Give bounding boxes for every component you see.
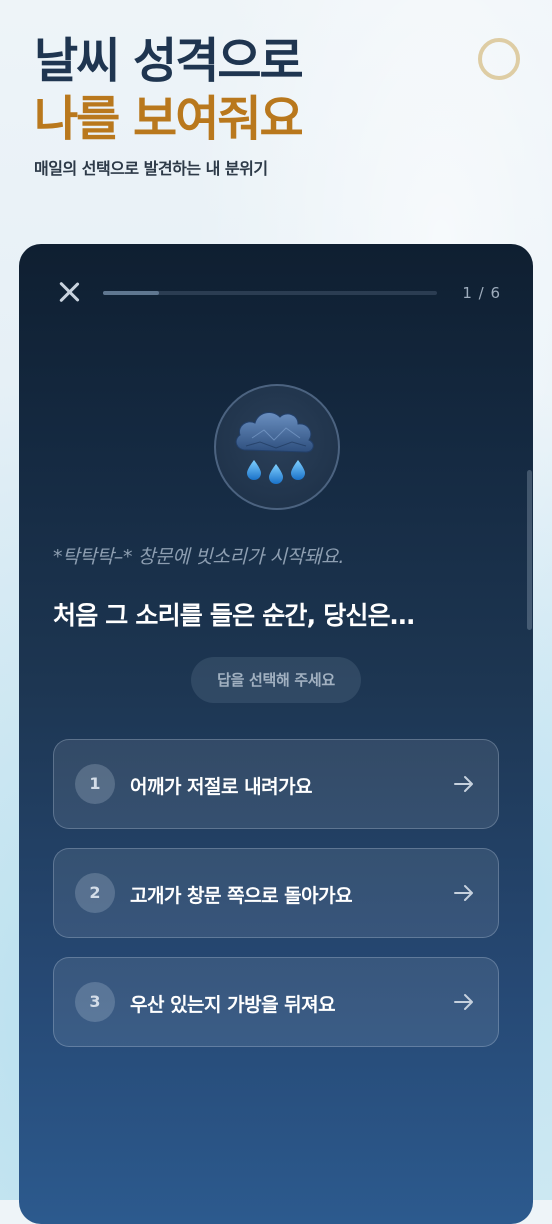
option-label: 우산 있는지 가방을 뒤져요	[130, 994, 336, 1016]
question-text: 처음 그 소리를 들은 순간, 당신은…	[53, 601, 415, 630]
answer-option-1[interactable]: 1 어깨가 저절로 내려가요	[53, 739, 499, 829]
progress-counter: 1 / 6	[462, 284, 501, 302]
option-number-badge: 2	[75, 873, 115, 913]
scrollbar[interactable]	[527, 470, 532, 630]
quiz-card: 1 / 6 *탁탁탁–* 창문에 빗소리가 시작돼요. 처음 그 소리를 들은 …	[19, 244, 533, 1224]
option-label: 어깨가 저절로 내려가요	[130, 776, 313, 798]
progress-bar	[103, 291, 437, 295]
option-number-badge: 1	[75, 764, 115, 804]
rain-cloud-icon	[235, 411, 314, 484]
arrow-right-icon	[454, 776, 473, 792]
option-number-badge: 3	[75, 982, 115, 1022]
option-label: 고개가 창문 쪽으로 돌아가요	[130, 885, 353, 907]
page-subtitle: 매일의 선택으로 발견하는 내 분위기	[34, 159, 268, 178]
select-answer-hint: 답을 선택해 주세요	[191, 657, 361, 703]
weather-badge	[214, 384, 340, 510]
title-line-2: 나를 보여줘요	[34, 91, 304, 147]
answer-option-2[interactable]: 2 고개가 창문 쪽으로 돌아가요	[53, 848, 499, 938]
progress-fill	[103, 291, 159, 295]
arrow-right-icon	[454, 994, 473, 1010]
page-title: 날씨 성격으로 나를 보여줘요	[34, 32, 304, 148]
narration-text: *탁탁탁–* 창문에 빗소리가 시작돼요.	[53, 546, 345, 568]
close-icon[interactable]	[55, 278, 83, 306]
answer-option-3[interactable]: 3 우산 있는지 가방을 뒤져요	[53, 957, 499, 1047]
arrow-right-icon	[454, 885, 473, 901]
sun-ring-icon	[478, 38, 520, 80]
title-line-1: 날씨 성격으로	[34, 33, 304, 89]
